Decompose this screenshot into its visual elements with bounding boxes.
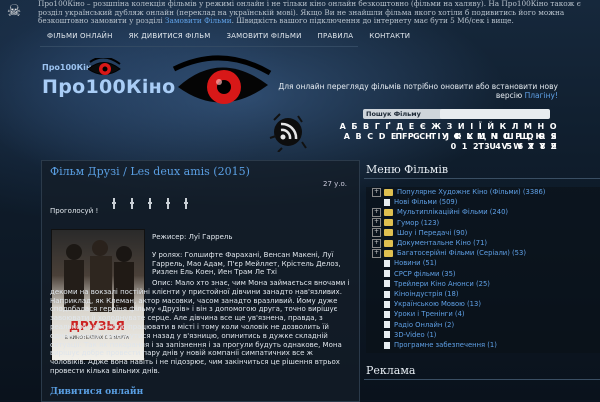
expand-icon[interactable]: + xyxy=(372,238,381,248)
sidebar-item-label: Трейлери Кіно Анонси (25) xyxy=(394,279,490,288)
top-notice-tail: . Швидкість вашого підключення до інтерн… xyxy=(231,16,514,26)
sidebar-item[interactable]: + Гумор (123) xyxy=(366,218,439,228)
expand-icon[interactable]: + xyxy=(372,248,381,258)
sidebar-item[interactable]: Нові Фільми (509) xyxy=(366,197,457,207)
document-icon xyxy=(384,341,390,349)
sidebar-item[interactable]: СРСР фільми (35) xyxy=(366,269,456,279)
expand-icon[interactable]: + xyxy=(372,218,381,228)
film-category-menu: + Популярне Художнє Кіно (Фільми) (3386) Н… xyxy=(366,187,600,353)
sidebar-item-label: Уроки і Тренінги (4) xyxy=(394,310,465,319)
document-icon xyxy=(384,280,390,288)
sidebar-divider xyxy=(364,178,600,179)
nav-item-films-online[interactable]: ФІЛЬМИ ОНЛАЙН xyxy=(40,31,122,41)
sidebar-item[interactable]: Уроки і Тренінги (4) xyxy=(366,309,465,319)
sidebar-item[interactable]: + Багатосерійні Фільми (Серіали) (53) xyxy=(366,248,526,258)
plugin-note-text: Для онлайн перегляду фільмів потрібно он… xyxy=(278,82,558,100)
expand-icon[interactable]: + xyxy=(372,207,381,217)
sidebar-item[interactable]: Програмне забезпечення (1) xyxy=(366,340,497,350)
sidebar-item-label: Гумор (123) xyxy=(397,218,440,227)
post-cast: У ролях: Голшифте Фарахані, Венсан Макен… xyxy=(152,251,341,277)
sidebar-item-label: Мультиплікаційні Фільми (240) xyxy=(397,208,509,217)
sidebar-item[interactable]: Трейлери Кіно Анонси (25) xyxy=(366,279,490,289)
rating-star-icon[interactable] xyxy=(112,198,116,212)
document-icon xyxy=(384,198,390,206)
rss-icon[interactable] xyxy=(268,112,308,152)
folder-icon xyxy=(384,229,393,237)
site-logo[interactable]: Про100Кіно xyxy=(42,76,175,98)
nav-item-rules[interactable]: ПРАВИЛА xyxy=(311,31,363,41)
document-icon xyxy=(384,331,390,339)
vote-label: Проголосуй ! xyxy=(50,207,99,215)
rating-star-icon[interactable] xyxy=(148,198,152,212)
rating-widget xyxy=(112,198,188,212)
sidebar-item-label: Програмне забезпечення (1) xyxy=(394,341,497,349)
document-icon xyxy=(384,321,390,329)
sidebar-item[interactable]: + Шоу і Передачі (90) xyxy=(366,228,467,238)
plugin-link[interactable]: Плагіну! xyxy=(525,91,558,100)
sidebar-item[interactable]: + Документальне Кіно (71) xyxy=(366,238,487,248)
folder-icon xyxy=(384,219,393,227)
document-icon xyxy=(384,259,390,267)
rating-star-icon[interactable] xyxy=(184,198,188,212)
sidebar-item-label: Новини (51) xyxy=(394,259,437,268)
search-input[interactable] xyxy=(440,109,550,119)
sidebar-item-label: Документальне Кіно (71) xyxy=(397,239,488,247)
post-description: Опис: Мало хто знає, чим Мона займається… xyxy=(50,279,350,375)
ads-divider xyxy=(364,379,600,380)
sidebar-item[interactable]: + Популярне Художнє Кіно (Фільми) (3386) xyxy=(366,187,545,197)
rating-star-icon[interactable] xyxy=(130,198,134,212)
post-title[interactable]: Фільм Друзі / Les deux amis (2015) xyxy=(50,165,250,178)
folder-icon xyxy=(384,239,393,247)
sidebar-item[interactable]: Новини (51) xyxy=(366,258,437,268)
sidebar-item[interactable]: 3D-Video (1) xyxy=(366,330,436,340)
post-date: 27 у.о. xyxy=(323,180,348,188)
top-notice: Про100Кіно – розшпіна колекція фільмів у… xyxy=(38,0,596,26)
sidebar-item-label: Радіо Онлайн (2) xyxy=(394,320,455,329)
folder-icon xyxy=(384,188,393,196)
sidebar-item-label: Шоу і Передачі (90) xyxy=(397,228,468,237)
sidebar-item[interactable]: Кіноіндустрія (18) xyxy=(366,289,458,299)
plugin-update-note: Для онлайн перегляду фільмів потрібно он… xyxy=(256,82,558,100)
folder-icon xyxy=(384,208,393,216)
search-label: Пошук Фільму xyxy=(363,109,443,119)
nav-item-contacts[interactable]: КОНТАКТИ xyxy=(362,31,419,41)
sidebar-item-label: Українською Мовою (13) xyxy=(394,300,481,309)
document-icon xyxy=(384,310,390,318)
alphabet-digits[interactable]: 0 1 2 3 4 5 6 7 8 9 xyxy=(336,142,558,152)
rating-star-icon[interactable] xyxy=(166,198,170,212)
folder-icon xyxy=(384,249,393,257)
post-director: Режисер: Луї Гаррель xyxy=(152,233,233,241)
document-icon xyxy=(384,300,390,308)
main-nav: ФІЛЬМИ ОНЛАЙН ЯК ДИВИТИСЯ ФІЛЬМ ЗАМОВИТИ… xyxy=(40,31,419,41)
document-icon xyxy=(384,270,390,278)
ads-title: Реклама xyxy=(366,364,416,377)
document-icon xyxy=(384,290,390,298)
sidebar-item[interactable]: Радіо Онлайн (2) xyxy=(366,320,454,330)
sidebar-item-label: Багатосерійні Фільми (Серіали) (53) xyxy=(397,249,526,258)
nav-divider xyxy=(40,46,358,47)
sidebar-item-label: Кіноіндустрія (18) xyxy=(394,290,459,298)
nav-item-how-to-watch[interactable]: ЯК ДИВИТИСЯ ФІЛЬМ xyxy=(122,31,220,41)
sidebar-item-label: Популярне Художнє Кіно (Фільми) (3386) xyxy=(397,188,546,196)
nav-item-order-films[interactable]: ЗАМОВИТИ ФІЛЬМИ xyxy=(219,31,310,41)
expand-icon[interactable]: + xyxy=(372,187,381,197)
sidebar-item-label: СРСР фільми (35) xyxy=(394,269,456,278)
sidebar-item-label: Нові Фільми (509) xyxy=(394,198,458,207)
pirate-flag-icon[interactable]: ☠ xyxy=(2,2,26,22)
sidebar-menu-title: Меню Фільмів xyxy=(366,163,449,176)
sidebar-item[interactable]: Українською Мовою (13) xyxy=(366,299,481,309)
sidebar-item[interactable]: + Мультиплікаційні Фільми (240) xyxy=(366,207,508,217)
expand-icon[interactable]: + xyxy=(372,228,381,238)
order-films-link[interactable]: Замовити Фільми xyxy=(165,16,232,25)
sidebar-item-label: 3D-Video (1) xyxy=(394,330,437,339)
watch-online-link[interactable]: Дивитися онлайн xyxy=(50,387,143,397)
